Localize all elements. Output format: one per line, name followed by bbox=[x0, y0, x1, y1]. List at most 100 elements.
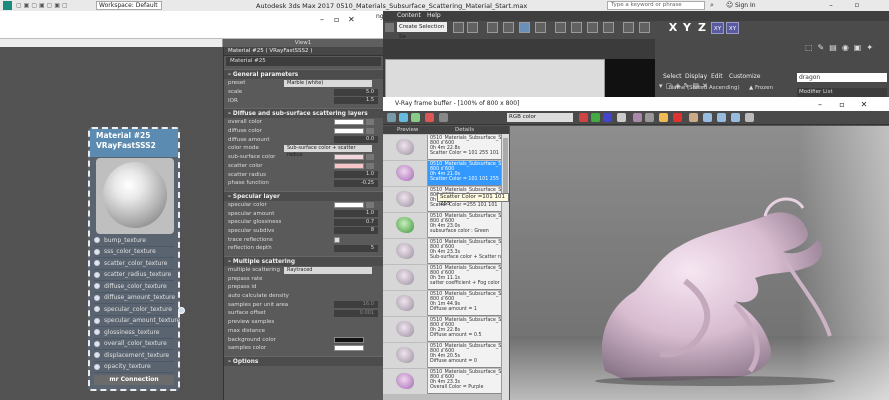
slot-socket-icon[interactable] bbox=[94, 317, 100, 324]
node-view[interactable]: Material #25 VRayFastSSS2 bump_texture ss… bbox=[0, 47, 223, 400]
node-slot[interactable]: displacement_texture bbox=[94, 350, 174, 362]
node-output-socket[interactable] bbox=[178, 307, 185, 314]
slot-socket-icon[interactable] bbox=[94, 271, 100, 278]
search-input[interactable]: Type a keyword or phrase bbox=[607, 1, 705, 10]
channel-dropdown[interactable]: RGB color bbox=[507, 113, 573, 122]
toolbar-icon[interactable] bbox=[467, 22, 478, 33]
samples-spinner[interactable]: 16.0 bbox=[334, 301, 378, 309]
history-item[interactable]: 0510_Materials_Subsurface_S 800 x 600 0h 2… bbox=[383, 317, 501, 342]
node-slot[interactable]: bump_texture bbox=[94, 235, 174, 247]
modifier-list-dropdown[interactable]: Modifier List bbox=[797, 88, 887, 97]
diffuse-amount-spinner[interactable]: 0.0 bbox=[334, 136, 378, 144]
slot-socket-icon[interactable] bbox=[94, 260, 100, 267]
scatter-color-swatch[interactable] bbox=[334, 162, 364, 169]
history-icon[interactable] bbox=[387, 113, 396, 122]
toolbar-icon[interactable] bbox=[453, 22, 464, 33]
scatter-radius-spinner[interactable]: 1.0 bbox=[334, 171, 378, 179]
scene-sort-label[interactable]: Name (Sorted Ascending) bbox=[669, 85, 740, 91]
section-options[interactable]: Options bbox=[224, 355, 383, 366]
slot-socket-icon[interactable] bbox=[94, 352, 100, 359]
mr-connection-button[interactable]: mr Connection bbox=[94, 375, 174, 385]
specular-amount-spinner[interactable]: 1.0 bbox=[334, 210, 378, 218]
history-item[interactable]: 0510_Materials_Subsurface_S800 x 6000h 4… bbox=[383, 161, 501, 186]
slot-socket-icon[interactable] bbox=[94, 248, 100, 255]
node-slot[interactable]: scatter_radius_texture bbox=[94, 270, 174, 281]
red-channel-icon[interactable] bbox=[579, 113, 588, 122]
axis-z-button[interactable]: Z bbox=[696, 21, 708, 35]
toolbar-icon[interactable] bbox=[503, 22, 514, 33]
history-item[interactable]: 0510_Materials_Subsurface_S 800 x 600 0h 1… bbox=[383, 291, 501, 316]
object-name-field[interactable]: dragon bbox=[797, 73, 887, 82]
map-button[interactable] bbox=[366, 128, 374, 135]
history-scrollbar[interactable] bbox=[501, 134, 509, 400]
samples-color-swatch[interactable] bbox=[334, 345, 364, 352]
tab-edit[interactable]: Edit bbox=[711, 73, 723, 80]
slot-socket-icon[interactable] bbox=[94, 363, 100, 370]
map-button[interactable] bbox=[366, 154, 374, 161]
slot-socket-icon[interactable] bbox=[94, 237, 100, 244]
toolbar-icon[interactable] bbox=[587, 22, 598, 33]
axis-xy-button[interactable]: XY bbox=[711, 22, 724, 34]
overall-color-swatch[interactable] bbox=[334, 119, 364, 126]
minimize-icon[interactable]: – bbox=[826, 1, 836, 10]
remove-icon[interactable] bbox=[439, 113, 448, 122]
render-icon[interactable] bbox=[659, 113, 668, 122]
selection-set-icon[interactable] bbox=[385, 23, 394, 32]
search-icon[interactable]: ⌕ bbox=[710, 1, 714, 10]
menu-help[interactable]: Help bbox=[427, 12, 441, 19]
toolbar-icon[interactable] bbox=[623, 22, 634, 33]
section-specular-layer[interactable]: Specular layer bbox=[224, 190, 383, 201]
node-slot[interactable]: specular_color_texture bbox=[94, 304, 174, 316]
blue-channel-icon[interactable] bbox=[603, 113, 612, 122]
toolbar-icon[interactable] bbox=[519, 22, 530, 33]
trace-reflections-checkbox[interactable] bbox=[334, 236, 340, 243]
node-slot[interactable]: sss_color_texture bbox=[94, 247, 174, 258]
render-image[interactable] bbox=[510, 126, 889, 400]
toolbar-icon[interactable] bbox=[487, 22, 498, 33]
axis-x-button[interactable]: X bbox=[667, 21, 679, 35]
specular-glossiness-spinner[interactable]: 0.7 bbox=[334, 218, 378, 226]
track-mouse-icon[interactable] bbox=[645, 113, 654, 122]
workspace-dropdown[interactable]: Workspace: Default bbox=[96, 1, 162, 10]
tab-display[interactable]: Display bbox=[685, 73, 707, 80]
background-color-swatch[interactable] bbox=[334, 336, 364, 343]
scrollbar-thumb[interactable] bbox=[503, 138, 508, 198]
node-slot[interactable]: scatter_color_texture bbox=[94, 258, 174, 270]
ior-spinner[interactable]: 1.5 bbox=[334, 97, 378, 105]
slot-socket-icon[interactable] bbox=[94, 329, 100, 336]
diffuse-color-swatch[interactable] bbox=[334, 128, 364, 135]
map-button[interactable] bbox=[366, 119, 374, 126]
section-diffuse-sss[interactable]: Diffuse and sub-surface scattering layer… bbox=[224, 108, 383, 119]
node-slot[interactable]: opacity_texture bbox=[94, 362, 174, 373]
toolbar-icon[interactable] bbox=[639, 22, 650, 33]
load-icon[interactable] bbox=[411, 113, 420, 122]
node-slot[interactable]: overall_color_texture bbox=[94, 339, 174, 350]
history-item[interactable]: 0510_Materials_Subsurface_S800 x 6000h 4… bbox=[383, 239, 501, 264]
region-icon[interactable] bbox=[633, 113, 642, 122]
reflection-depth-spinner[interactable]: 5 bbox=[334, 244, 378, 252]
user-icon[interactable]: ☺ bbox=[726, 1, 733, 9]
color-mode-dropdown[interactable]: Sub-surface color + scatter radius bbox=[284, 144, 372, 158]
multiple-scattering-dropdown[interactable]: Raytraced bbox=[284, 266, 372, 274]
lens-effects-icon[interactable] bbox=[689, 113, 698, 122]
info-icon[interactable] bbox=[745, 113, 754, 122]
maximize-icon[interactable]: ▫ bbox=[852, 1, 862, 10]
history-col-details[interactable]: Details bbox=[455, 127, 474, 133]
subsurface-color-swatch[interactable] bbox=[334, 154, 364, 161]
menu-content[interactable]: Content bbox=[397, 12, 421, 19]
history-item[interactable]: 0510_Materials_Subsurface_S800 x 6000h 4… bbox=[383, 369, 501, 394]
node-header[interactable]: Material #25 VRayFastSSS2 bbox=[90, 129, 178, 157]
node-slot[interactable]: specular_amount_texture bbox=[94, 316, 180, 327]
toolbar-icon[interactable] bbox=[535, 22, 546, 33]
section-general-parameters[interactable]: General parameters bbox=[224, 69, 383, 79]
map-button[interactable] bbox=[366, 201, 374, 208]
close-icon[interactable]: ✕ bbox=[348, 15, 362, 24]
phase-function-spinner[interactable]: -0.25 bbox=[334, 179, 378, 187]
slot-socket-icon[interactable] bbox=[94, 294, 100, 301]
material-name-field[interactable]: Material #25 bbox=[226, 57, 381, 66]
monochrome-icon[interactable] bbox=[617, 113, 626, 122]
history-item[interactable]: 0510_Materials_Subsurface_S800 x 6000h 4… bbox=[383, 135, 501, 160]
scale-spinner[interactable]: 5.0 bbox=[334, 88, 378, 96]
green-channel-icon[interactable] bbox=[591, 113, 600, 122]
tab-customize[interactable]: Customize bbox=[729, 73, 761, 80]
